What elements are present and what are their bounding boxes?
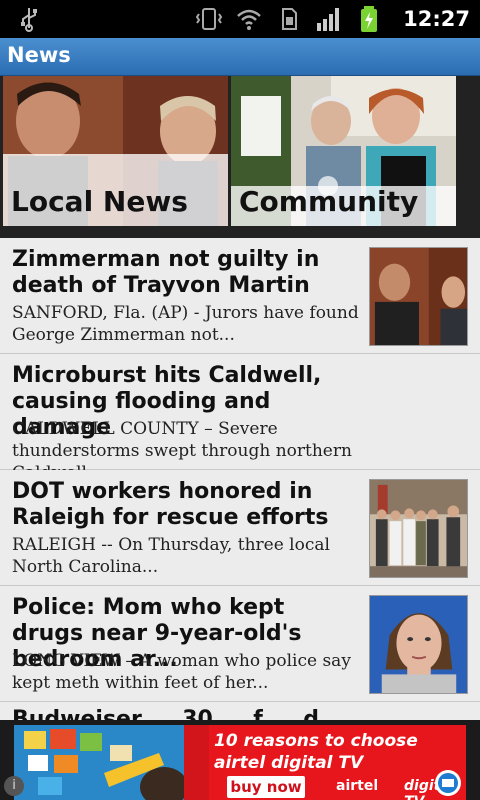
- list-item[interactable]: Microburst hits Caldwell, causing floodi…: [0, 354, 480, 483]
- article-thumbnail: [369, 247, 468, 346]
- sim-icon: [282, 8, 298, 30]
- section-tiles: Local News Community: [0, 76, 480, 238]
- article-summary: RALEIGH -- On Thursday, three local Nort…: [12, 535, 330, 577]
- list-item[interactable]: Police: Mom who kept drugs near 9-year-o…: [0, 586, 480, 702]
- list-item[interactable]: Zimmerman not guilty in death of Trayvon…: [0, 238, 480, 354]
- status-bar: 12:27: [0, 0, 480, 38]
- tile-local-news[interactable]: Local News: [3, 76, 228, 226]
- article-headline: DOT workers honored in Raleigh for rescu…: [12, 479, 329, 530]
- ad-buy-now-button[interactable]: buy now: [227, 776, 305, 798]
- article-summary: LONG VIEW – A woman who police say kept …: [12, 651, 351, 693]
- article-summary: SANFORD, Fla. (AP) - Jurors have found G…: [12, 303, 359, 345]
- ad-subheadline: airtel digital TV: [214, 753, 364, 773]
- ad-content[interactable]: 10 reasons to choose airtel digital TV b…: [14, 725, 466, 800]
- article-thumbnail: [369, 479, 468, 578]
- usb-icon: [21, 8, 37, 32]
- list-item[interactable]: DOT workers honored in Raleigh for rescu…: [0, 470, 480, 586]
- wifi-icon: [237, 9, 261, 30]
- vibrate-icon: [195, 8, 223, 30]
- article-thumbnail: [369, 595, 468, 694]
- signal-icon: [317, 8, 340, 31]
- article-headline: Zimmerman not guilty in death of Trayvon…: [12, 247, 320, 298]
- ad-collage-image: [14, 725, 209, 800]
- tile-community[interactable]: Community: [231, 76, 456, 226]
- action-bar: News: [0, 38, 480, 76]
- ad-banner[interactable]: 10 reasons to choose airtel digital TV b…: [0, 720, 480, 800]
- tile-label-community: Community: [239, 185, 419, 218]
- ad-info-icon[interactable]: i: [4, 776, 24, 796]
- battery-charging-icon: [361, 6, 378, 32]
- page-title: News: [7, 43, 71, 67]
- clock: 12:27: [403, 7, 470, 31]
- ad-brand: airtel: [336, 778, 379, 794]
- tile-label-local-news: Local News: [11, 185, 188, 218]
- tv-logo-icon: [435, 770, 461, 796]
- article-list: Zimmerman not guilty in death of Trayvon…: [0, 238, 480, 725]
- ad-headline: 10 reasons to choose: [214, 731, 418, 751]
